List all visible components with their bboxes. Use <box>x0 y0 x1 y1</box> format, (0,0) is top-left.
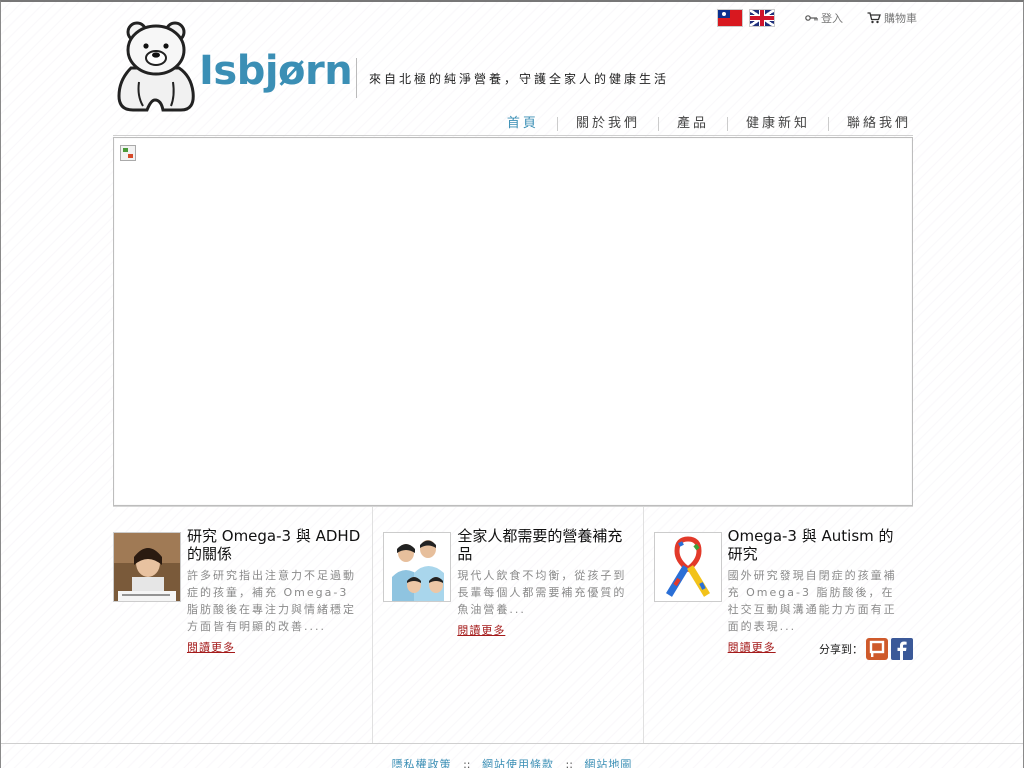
read-more-link[interactable]: 閱讀更多 <box>728 639 776 655</box>
article-thumbnail-child-studying[interactable] <box>113 532 181 602</box>
footer-link-sitemap[interactable]: 網站地圖 <box>584 758 632 768</box>
article-title[interactable]: Omega-3 與 Autism 的研究 <box>728 527 907 563</box>
nav-item-about[interactable]: 關於我們 <box>556 117 658 131</box>
family-photo-image-icon <box>384 533 451 601</box>
login-label: 登入 <box>821 12 843 25</box>
footer-link-privacy[interactable]: 隱私權政策 <box>392 758 452 768</box>
polar-bear-logo-icon <box>117 21 195 112</box>
brand-name: Isbjørn <box>199 48 353 94</box>
article-card-adhd: 研究 Omega-3 與 ADHD 的關係 許多研究指出注意力不足過動症的孩童，… <box>113 507 372 743</box>
page: 登入 購物車 Isbjørn 來自北極的純淨營養，守護全家人的健康生活 首頁 關… <box>0 0 1024 768</box>
article-excerpt: 國外研究發現自閉症的孩童補充 Omega-3 脂肪酸後，在社交互動與溝通能力方面… <box>727 569 897 633</box>
article-thumbnail-family[interactable] <box>383 532 452 602</box>
article-thumbnail-puzzle-ribbon[interactable] <box>653 532 722 602</box>
main-nav: 首頁 關於我們 產品 健康新知 聯絡我們 <box>489 117 911 131</box>
footer-divider <box>1 743 1023 744</box>
article-card-family: 全家人都需要的營養補充品 現代人飲食不均衡，從孩子到長輩每個人都需要補充優質的魚… <box>372 507 642 743</box>
login-link[interactable]: 登入 <box>805 10 843 26</box>
nav-item-contact[interactable]: 聯絡我們 <box>827 117 911 131</box>
site-tagline: 來自北極的純淨營養，守護全家人的健康生活 <box>369 72 670 86</box>
cart-label: 購物車 <box>884 12 917 25</box>
article-excerpt: 現代人飲食不均衡，從孩子到長輩每個人都需要補充優質的魚油營養... <box>457 569 627 616</box>
site-logo[interactable]: Isbjørn <box>113 20 353 114</box>
footer-separator: :: <box>565 758 573 768</box>
article-body: Omega-3 與 Autism 的研究 國外研究發現自閉症的孩童補充 Omeg… <box>728 527 913 655</box>
footer-link-terms[interactable]: 網站使用條款 <box>482 758 554 768</box>
share-label: 分享到： <box>818 643 863 656</box>
utility-bar: 登入 購物車 <box>717 9 917 27</box>
article-excerpt: 許多研究指出注意力不足過動症的孩童，補充 Omega-3 脂肪酸後在專注力與情緒… <box>187 569 356 633</box>
site-footer: 隱私權政策 :: 網站使用條款 :: 網站地圖 <box>1 756 1023 768</box>
banner-top-divider <box>113 135 913 136</box>
nav-item-health-news[interactable]: 健康新知 <box>726 117 828 131</box>
nav-item-products[interactable]: 產品 <box>657 117 727 131</box>
taiwan-flag-icon[interactable] <box>717 9 743 27</box>
article-title[interactable]: 全家人都需要的營養補充品 <box>457 527 636 563</box>
header-divider <box>356 58 357 98</box>
nav-item-home[interactable]: 首頁 <box>489 117 557 131</box>
facebook-share-icon[interactable] <box>890 638 913 660</box>
article-card-autism: Omega-3 與 Autism 的研究 國外研究發現自閉症的孩童補充 Omeg… <box>642 507 913 743</box>
article-body: 全家人都需要的營養補充品 現代人飲食不均衡，從孩子到長輩每個人都需要補充優質的魚… <box>457 527 642 638</box>
article-body: 研究 Omega-3 與 ADHD 的關係 許多研究指出注意力不足過動症的孩童，… <box>187 527 372 655</box>
uk-flag-icon[interactable] <box>749 9 775 27</box>
cart-icon <box>867 12 881 24</box>
child-studying-image-icon <box>114 533 180 601</box>
hero-banner[interactable] <box>113 137 913 506</box>
article-title[interactable]: 研究 Omega-3 與 ADHD 的關係 <box>187 527 366 563</box>
puzzle-ribbon-image-icon <box>654 533 721 601</box>
cart-link[interactable]: 購物車 <box>867 10 917 26</box>
article-list: 研究 Omega-3 與 ADHD 的關係 許多研究指出注意力不足過動症的孩童，… <box>113 507 913 743</box>
share-bar: 分享到： <box>819 638 913 660</box>
broken-image-icon <box>120 145 136 161</box>
plurk-share-icon[interactable] <box>865 638 888 660</box>
footer-separator: :: <box>463 758 471 768</box>
read-more-link[interactable]: 閱讀更多 <box>457 622 505 638</box>
read-more-link[interactable]: 閱讀更多 <box>187 639 235 655</box>
key-icon <box>805 15 818 21</box>
